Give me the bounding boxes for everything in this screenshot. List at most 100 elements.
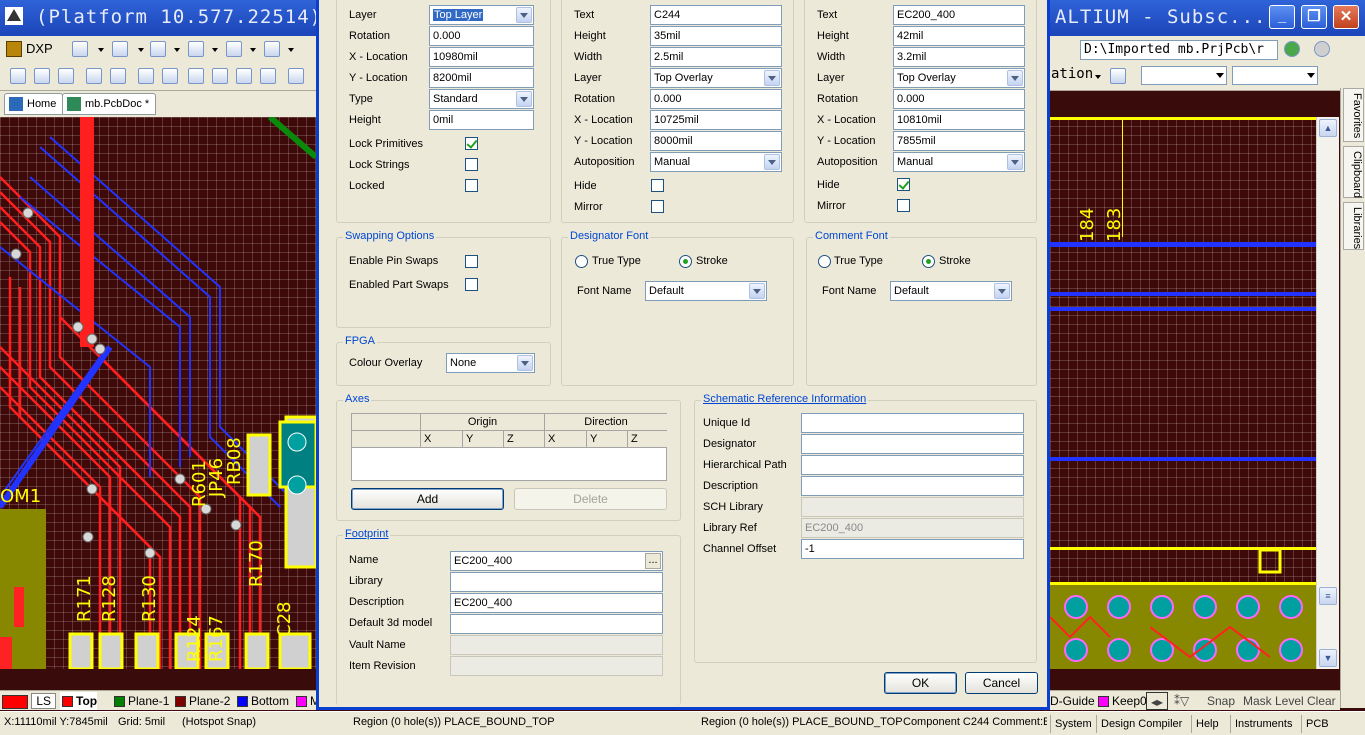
instruments-button[interactable]: Instruments [1230, 715, 1296, 733]
chevron-down-icon[interactable] [250, 48, 256, 52]
mask-level-button[interactable]: Mask Level [1243, 692, 1304, 710]
chevron-down-icon[interactable] [138, 48, 144, 52]
designator-mirror-checkbox[interactable] [651, 200, 664, 213]
comment-height-input[interactable]: 42mil [893, 26, 1025, 46]
print-preview-icon[interactable] [110, 68, 126, 84]
comment-text-input[interactable]: EC200_400 [893, 5, 1025, 25]
save-icon[interactable] [58, 68, 74, 84]
print-icon[interactable] [86, 68, 102, 84]
rotation-input[interactable]: 0.000 [429, 26, 534, 46]
tab-libraries[interactable]: Libraries [1343, 202, 1364, 250]
browse-ellipsis-button[interactable]: ... [645, 553, 661, 569]
design-compiler-button[interactable]: Design Compiler [1096, 715, 1186, 733]
comment-width-input[interactable]: 3.2mil [893, 47, 1025, 67]
designator-hide-checkbox[interactable] [651, 179, 664, 192]
cancel-button[interactable]: Cancel [965, 672, 1038, 694]
layer-tab-top[interactable]: Top [60, 692, 98, 710]
comment-layer-select[interactable]: Top Overlay [893, 68, 1025, 88]
axes-add-button[interactable]: Add [351, 488, 504, 510]
forward-icon[interactable] [1314, 41, 1330, 57]
comment-stroke-radio[interactable] [922, 255, 935, 268]
sch-designator-input[interactable] [801, 434, 1024, 454]
zoom-area-icon[interactable] [212, 68, 228, 84]
align-icon[interactable] [112, 41, 128, 57]
scroll-up-icon[interactable]: ▲ [1319, 119, 1337, 137]
colour-overlay-select[interactable]: None [446, 353, 535, 373]
new-icon[interactable] [10, 68, 26, 84]
layer-tab-plane2[interactable]: Plane-2 [173, 692, 230, 710]
mask-combo[interactable] [1232, 66, 1318, 85]
axes-table[interactable]: Origin Direction X Y Z X Y Z [351, 413, 667, 481]
default-3d-model-input[interactable] [450, 614, 663, 634]
tab-favorites[interactable]: Favorites [1343, 88, 1364, 142]
pin-swaps-checkbox[interactable] [465, 255, 478, 268]
filter-combo[interactable] [1141, 66, 1227, 85]
designator-stroke-radio[interactable] [679, 255, 692, 268]
scroll-thumb[interactable]: ≡ [1319, 587, 1337, 605]
open-icon[interactable] [34, 68, 50, 84]
minimize-icon[interactable]: _ [1269, 5, 1295, 29]
hierarchical-path-input[interactable] [801, 455, 1024, 475]
comment-y-location-input[interactable]: 7855mil [893, 131, 1025, 151]
layer-tab-plane1[interactable]: Plane-1 [112, 692, 169, 710]
sch-description-input[interactable] [801, 476, 1024, 496]
chevron-down-icon[interactable] [1095, 75, 1101, 79]
chevron-down-icon[interactable] [212, 48, 218, 52]
tab-pcbdoc[interactable]: mb.PcbDoc * [62, 93, 157, 115]
close-icon[interactable]: ✕ [1333, 5, 1359, 29]
y-location-input[interactable]: 8200mil [429, 68, 534, 88]
text-icon[interactable] [150, 41, 166, 57]
snap-button[interactable]: Snap [1207, 692, 1235, 710]
comment-autoposition-select[interactable]: Manual [893, 152, 1025, 172]
layer-scroll-icon[interactable]: ◂▸ [1146, 692, 1168, 710]
layers-icon[interactable] [138, 68, 154, 84]
pen-icon[interactable] [72, 41, 88, 57]
type-select[interactable]: Standard [429, 89, 534, 109]
locked-checkbox[interactable] [465, 179, 478, 192]
part-swaps-checkbox[interactable] [465, 278, 478, 291]
clear-button[interactable]: Clear [1307, 692, 1336, 710]
comment-x-location-input[interactable]: 10810mil [893, 110, 1025, 130]
scroll-down-icon[interactable]: ▼ [1319, 649, 1337, 667]
footprint-description-input[interactable]: EC200_400 [450, 593, 663, 613]
cut-icon[interactable] [288, 68, 304, 84]
layer-tab-keepout[interactable]: Keep0 [1096, 692, 1147, 710]
help-button[interactable]: Help [1191, 715, 1223, 733]
system-button[interactable]: System [1050, 715, 1096, 733]
designator-autoposition-select[interactable]: Manual [650, 152, 782, 172]
layer-tab-m[interactable]: M [294, 692, 316, 710]
channel-offset-input[interactable]: -1 [801, 539, 1024, 559]
designator-y-location-input[interactable]: 8000mil [650, 131, 782, 151]
comment-mirror-checkbox[interactable] [897, 199, 910, 212]
back-icon[interactable] [1284, 41, 1300, 57]
pcb-canvas-right[interactable]: 184 183 [1050, 117, 1316, 669]
lock-primitives-checkbox[interactable] [465, 137, 478, 150]
footprint-name-input[interactable]: EC200_400... [450, 551, 663, 571]
designator-font-name-select[interactable]: Default [645, 281, 767, 301]
designator-layer-select[interactable]: Top Overlay [650, 68, 782, 88]
layer-options-icon[interactable]: ⁑▽ [1174, 692, 1189, 710]
vertical-scrollbar[interactable]: ▲ ≡ ▼ [1316, 117, 1339, 669]
chevron-down-icon[interactable] [98, 48, 104, 52]
project-path-field[interactable]: D:\Imported mb.PrjPcb\r [1080, 40, 1278, 60]
zoom-selected-icon[interactable] [236, 68, 252, 84]
maximize-icon[interactable]: ❐ [1301, 5, 1327, 29]
chevron-down-icon[interactable] [174, 48, 180, 52]
ruler-icon[interactable] [188, 41, 204, 57]
comment-truetype-radio[interactable] [818, 255, 831, 268]
zoom-fit-icon[interactable] [188, 68, 204, 84]
height-input[interactable]: 0mil [429, 110, 534, 130]
chevron-down-icon[interactable] [288, 48, 294, 52]
lock-strings-checkbox[interactable] [465, 158, 478, 171]
designator-truetype-radio[interactable] [575, 255, 588, 268]
comment-rotation-input[interactable]: 0.000 [893, 89, 1025, 109]
room-icon[interactable] [226, 41, 242, 57]
layer-tab-dguide[interactable]: D-Guide [1050, 692, 1095, 710]
footprint-library-input[interactable] [450, 572, 663, 592]
pcb-button[interactable]: PCB [1301, 715, 1333, 733]
layer-select[interactable]: Top Layer [429, 5, 534, 25]
dxp-menu-button[interactable]: DXP [4, 39, 57, 59]
unique-id-input[interactable] [801, 413, 1024, 433]
component-icon[interactable] [1110, 68, 1126, 84]
axes-delete-button[interactable]: Delete [514, 488, 667, 510]
